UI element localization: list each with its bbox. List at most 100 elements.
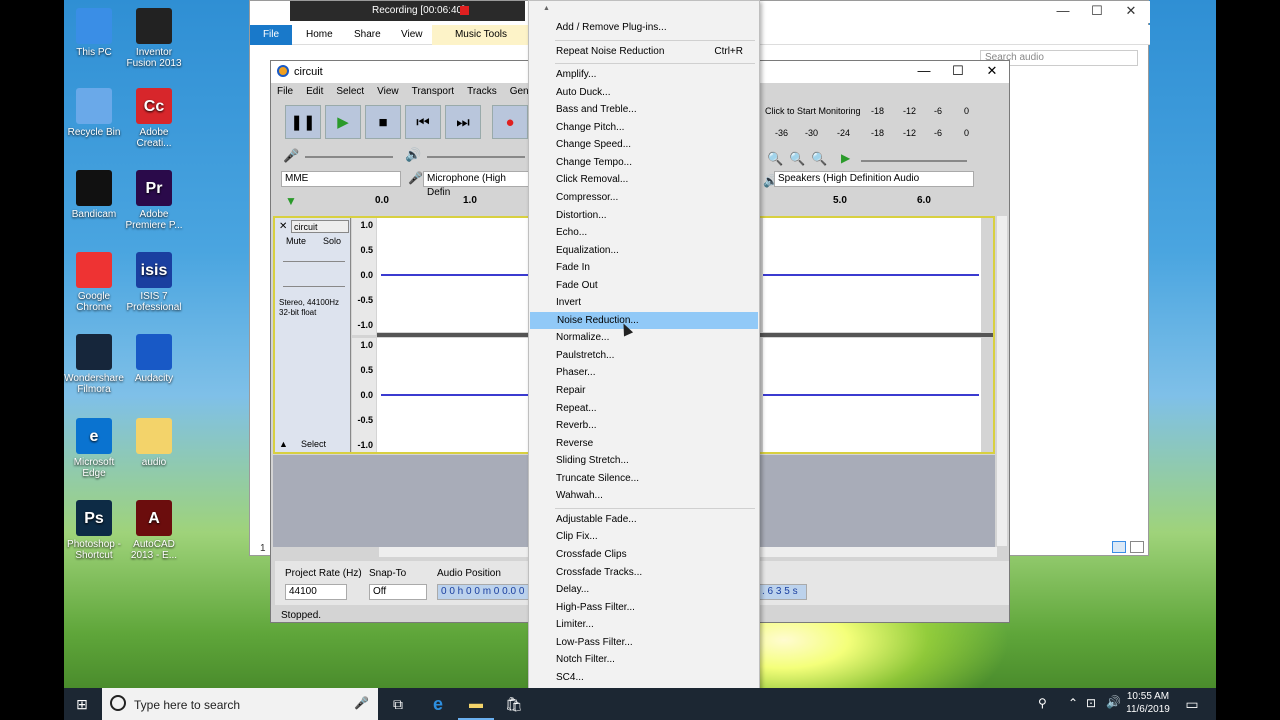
menu-item[interactable]: Low-Pass Filter...	[529, 634, 759, 651]
menu-item-highlighted[interactable]: Noise Reduction...	[530, 311, 758, 329]
menu-item[interactable]: Fade In	[529, 259, 759, 276]
menu-item[interactable]: Change Speed...	[529, 136, 759, 153]
desktop-icon[interactable]: This PC	[62, 8, 126, 58]
menu-item[interactable]: Repair	[529, 382, 759, 399]
skip-start-button[interactable]: ⏮	[405, 105, 441, 139]
menu-item[interactable]: Paulstretch...	[529, 347, 759, 364]
desktop-icon[interactable]: Google Chrome	[62, 252, 126, 313]
start-button[interactable]: ⊞	[64, 688, 100, 720]
timeline-ruler[interactable]: 0.0 1.0	[375, 195, 529, 207]
desktop-icon[interactable]: Ps Photoshop - Shortcut	[62, 500, 126, 561]
mute-button[interactable]: Mute	[279, 235, 313, 248]
project-rate-select[interactable]: 44100	[285, 584, 347, 600]
tab-file[interactable]: File	[250, 25, 292, 45]
menu-edit[interactable]: Edit	[306, 86, 323, 97]
solo-button[interactable]: Solo	[315, 235, 349, 248]
zoom-in-icon[interactable]: 🔍	[767, 151, 783, 167]
desktop-icon[interactable]: e Microsoft Edge	[62, 418, 126, 479]
menu-item[interactable]: Bass and Treble...	[529, 101, 759, 118]
menu-transport[interactable]: Transport	[412, 86, 454, 97]
recording-volume-slider[interactable]	[305, 156, 393, 158]
play-speed-slider[interactable]	[861, 160, 967, 162]
tab-share[interactable]: Share	[354, 25, 381, 45]
menu-item[interactable]: Add / Remove Plug-ins...	[529, 19, 759, 36]
menu-select[interactable]: Select	[336, 86, 364, 97]
playback-volume-slider[interactable]	[427, 156, 525, 158]
track-select-button[interactable]: Select	[301, 439, 326, 449]
desktop-icon[interactable]: A AutoCAD 2013 - E...	[122, 500, 186, 561]
menu-item[interactable]: Compressor...	[529, 189, 759, 206]
menu-item[interactable]: Amplify...	[529, 66, 759, 83]
selection-end-field[interactable]: . 6 3 5 s	[759, 584, 807, 600]
close-icon[interactable]: ✕	[1114, 3, 1148, 19]
menu-item[interactable]: Notch Filter...	[529, 651, 759, 668]
minimize-icon[interactable]: —	[1046, 3, 1080, 18]
input-device-select[interactable]: Microphone (High Defin	[423, 171, 529, 198]
menu-item[interactable]: Adjustable Fade...	[529, 511, 759, 528]
menu-file[interactable]: File	[277, 86, 293, 97]
menu-item[interactable]: Truncate Silence...	[529, 470, 759, 487]
monitor-label[interactable]: Click to Start Monitoring	[765, 106, 861, 116]
desktop-icon[interactable]: Audacity	[122, 334, 186, 384]
menu-item[interactable]: Auto Duck...	[529, 84, 759, 101]
track-close-icon[interactable]: ✕	[279, 221, 287, 232]
clock[interactable]: 10:55 AM 11/6/2019	[1124, 690, 1172, 716]
volume-icon[interactable]: 🔊	[1106, 695, 1121, 709]
large-icons-view-icon[interactable]	[1130, 541, 1144, 553]
action-center-button[interactable]: ▭	[1174, 688, 1210, 720]
menu-view[interactable]: View	[377, 86, 399, 97]
gain-slider[interactable]	[283, 261, 345, 262]
record-button[interactable]: ●	[492, 105, 528, 139]
people-icon[interactable]: ⚲	[1038, 696, 1047, 710]
play-button[interactable]: ▶	[325, 105, 361, 139]
maximize-icon[interactable]: ☐	[1080, 3, 1114, 19]
audio-position-field[interactable]: 0 0 h 0 0 m 0 0.0 0	[437, 584, 529, 600]
menu-item[interactable]: High-Pass Filter...	[529, 599, 759, 616]
record-stop-icon[interactable]	[460, 6, 469, 15]
stop-button[interactable]: ■	[365, 105, 401, 139]
menu-item[interactable]: Wahwah...	[529, 487, 759, 504]
menu-item[interactable]: Click Removal...	[529, 171, 759, 188]
menu-item[interactable]: Clip Fix...	[529, 528, 759, 545]
tab-home[interactable]: Home	[306, 25, 333, 45]
menu-tracks[interactable]: Tracks	[467, 86, 497, 97]
desktop-icon[interactable]: Wondershare Filmora	[62, 334, 126, 395]
menu-item[interactable]: Sliding Stretch...	[529, 452, 759, 469]
play-at-speed-icon[interactable]: ▶	[841, 151, 850, 165]
taskbar-file-explorer[interactable]: ▬	[458, 688, 494, 720]
details-view-icon[interactable]	[1112, 541, 1126, 553]
menu-item[interactable]: Change Pitch...	[529, 119, 759, 136]
menu-item[interactable]: Distortion...	[529, 207, 759, 224]
zoom-out-icon[interactable]: 🔍	[789, 151, 805, 167]
menu-item[interactable]: Normalize...	[529, 329, 759, 346]
minimize-icon[interactable]: —	[907, 63, 941, 78]
taskbar-store[interactable]: 🛍	[496, 688, 532, 720]
menu-item[interactable]: Crossfade Tracks...	[529, 564, 759, 581]
desktop-icon[interactable]: Cc Adobe Creati...	[122, 88, 186, 149]
menu-item[interactable]: Limiter...	[529, 616, 759, 633]
desktop-icon[interactable]: Recycle Bin	[62, 88, 126, 138]
close-icon[interactable]: ✕	[975, 63, 1009, 79]
menu-item[interactable]: Equalization...	[529, 242, 759, 259]
menu-item[interactable]: Fade Out	[529, 277, 759, 294]
menu-item[interactable]: Repeat Noise Reduction Ctrl+R	[529, 43, 759, 60]
output-device-select[interactable]: Speakers (High Definition Audio	[774, 171, 974, 187]
chevron-up-icon[interactable]: ⌃	[1068, 696, 1078, 710]
pause-button[interactable]: ❚❚	[285, 105, 321, 139]
microphone-icon[interactable]: 🎤	[354, 696, 369, 710]
track-name-button[interactable]: circuit	[291, 220, 349, 233]
scroll-up-icon[interactable]: ▲	[543, 5, 550, 12]
desktop-icon[interactable]: Inventor Fusion 2013	[122, 8, 186, 69]
skip-end-button[interactable]: ⏭	[445, 105, 481, 139]
collapse-icon[interactable]: ▲	[279, 439, 288, 449]
network-icon[interactable]: ⊡	[1086, 696, 1096, 710]
zoom-fit-icon[interactable]: 🔍	[811, 151, 827, 167]
host-select[interactable]: MME	[281, 171, 401, 187]
desktop-icon[interactable]: audio	[122, 418, 186, 468]
menu-item[interactable]: Reverse	[529, 435, 759, 452]
desktop-icon[interactable]: isis ISIS 7 Professional	[122, 252, 186, 313]
snap-to-select[interactable]: Off	[369, 584, 427, 600]
menu-item[interactable]: Phaser...	[529, 364, 759, 381]
menu-item[interactable]: Invert	[529, 294, 759, 311]
menu-item[interactable]: Change Tempo...	[529, 154, 759, 171]
